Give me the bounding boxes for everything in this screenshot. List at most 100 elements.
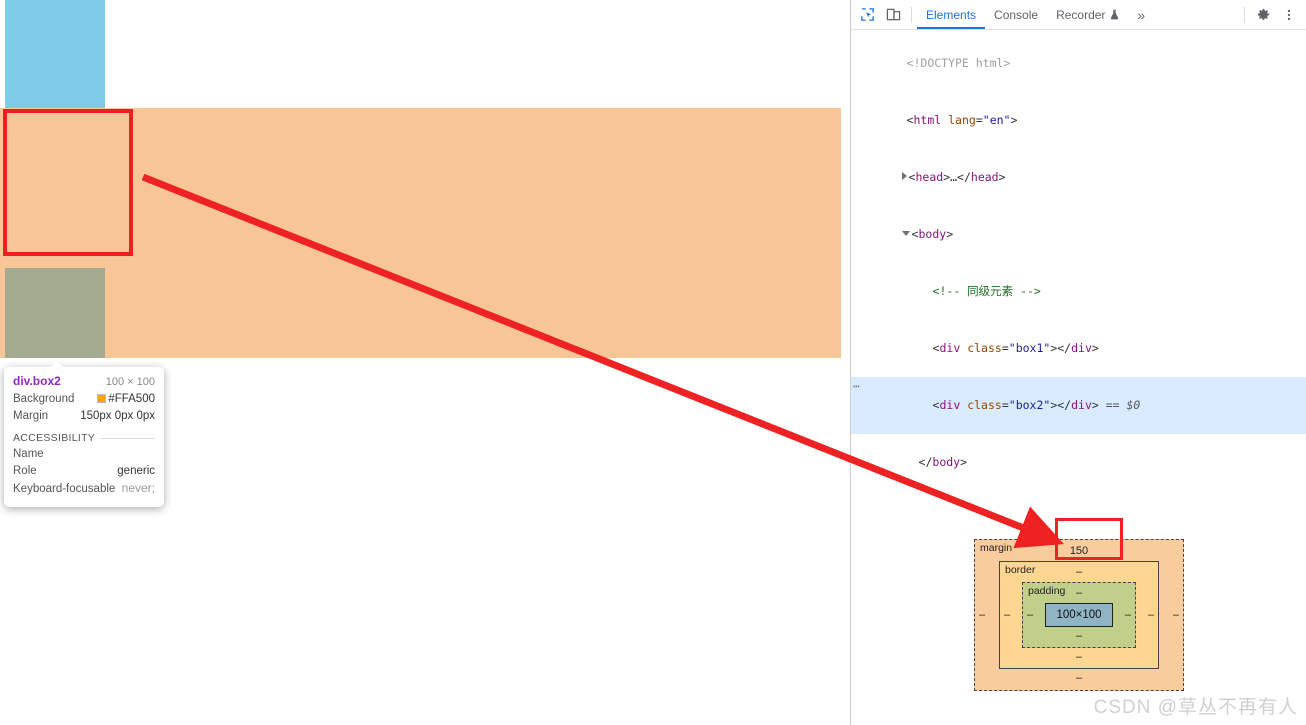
tooltip-title-row: div.box2 100 × 100 — [13, 374, 155, 390]
eq-5: = — [1001, 398, 1009, 412]
not-allowed-icon: never; — [121, 481, 155, 495]
dom-line-body-close[interactable]: </body> — [851, 434, 1306, 491]
eq-1: = — [975, 113, 983, 127]
gt-5: > — [1091, 398, 1106, 412]
box-model-padding-left-value[interactable]: – — [1027, 609, 1033, 621]
box1-class-attr: class — [967, 341, 1002, 355]
box-model-margin-left-value[interactable]: – — [979, 609, 985, 621]
rendered-page-viewport[interactable] — [0, 0, 850, 725]
chevron-down-icon[interactable] — [901, 231, 910, 236]
box-model-margin-label: margin — [980, 542, 1013, 554]
toolbar-divider — [911, 6, 912, 23]
gt-4: > — [1091, 341, 1099, 355]
box-model-margin-region[interactable]: margin 150 – – border – – – padding – – … — [974, 539, 1184, 691]
inspect-element-icon[interactable] — [854, 2, 880, 28]
dom-line-head[interactable]: <head>…</head> — [851, 149, 1306, 206]
gt-6: > — [960, 455, 968, 469]
devtools-toolbar[interactable]: Elements Console Recorder » — [851, 0, 1306, 30]
box1-close: ></ — [1050, 341, 1072, 355]
dom-line-body-open[interactable]: <body> — [851, 206, 1306, 263]
tooltip-background-row: Background #FFA500 — [13, 392, 155, 407]
box2-close: ></ — [1050, 398, 1072, 412]
tab-elements[interactable]: Elements — [917, 0, 985, 29]
box-model-padding-right-value[interactable]: – — [1125, 609, 1131, 621]
page-box1-element[interactable] — [5, 0, 105, 110]
box2-console-ref: == $0 — [1105, 398, 1141, 412]
box-model-border-bottom-value[interactable]: – — [1000, 650, 1158, 665]
tooltip-arrow — [50, 361, 64, 368]
body-close-tag: body — [932, 455, 961, 469]
color-swatch-icon — [97, 394, 107, 403]
toolbar-overflow-button[interactable]: » — [1129, 7, 1153, 23]
gt-3: > — [946, 227, 954, 241]
dom-line-box1[interactable]: <div class="box1"></div> — [851, 320, 1306, 377]
devtools-panel[interactable]: Elements Console Recorder » <!DOCTYPE ht… — [850, 0, 1306, 725]
toolbar-divider-right — [1244, 6, 1245, 23]
annotation-red-rectangle — [3, 109, 133, 256]
annotation-red-highlight-margin-value — [1055, 518, 1123, 560]
box1-tag-name: div — [939, 341, 961, 355]
dom-line-comment[interactable]: <!-- 同级元素 --> — [851, 263, 1306, 320]
tooltip-element-dimensions: 100 × 100 — [105, 376, 155, 388]
box1-class-value: "box1" — [1008, 341, 1051, 355]
accessibility-header-text: ACCESSIBILITY — [13, 432, 96, 444]
chevron-right-icon[interactable] — [901, 172, 907, 180]
dom-line-html-open[interactable]: <html lang="en"> — [851, 92, 1306, 149]
more-vertical-icon[interactable] — [1276, 2, 1302, 28]
gt-1: > — [1010, 113, 1018, 127]
a11y-role-label: Role — [13, 465, 37, 477]
tooltip-background-value: #FFA500 — [108, 393, 155, 405]
box-model-margin-bottom-value[interactable]: – — [975, 671, 1183, 686]
html-tag-name: html — [913, 113, 942, 127]
dom-comment-text: <!-- 同级元素 --> — [932, 284, 1041, 298]
tab-console[interactable]: Console — [985, 0, 1047, 29]
tooltip-a11y-role-row: Role generic — [13, 464, 155, 479]
box-model-border-right-value[interactable]: – — [1148, 609, 1154, 621]
box2-class-attr: class — [967, 398, 1002, 412]
box-model-border-label: border — [1005, 564, 1036, 576]
html-lang-value: "en" — [982, 113, 1011, 127]
dom-row-more-icon[interactable]: ⋯ — [853, 377, 861, 396]
head-ellipsis: >…</ — [943, 170, 971, 184]
doctype-text: <!DOCTYPE html> — [906, 56, 1011, 70]
a11y-focusable-label: Keyboard-focusable — [13, 483, 116, 495]
divider-line — [100, 437, 155, 439]
tooltip-background-value-wrap: #FFA500 — [97, 392, 155, 407]
box-model-padding-region[interactable]: padding – – – 100×100 – — [1022, 582, 1136, 648]
box-model-border-region[interactable]: border – – – padding – – – 100×100 – – — [999, 561, 1159, 669]
page-box2-element[interactable] — [5, 268, 105, 358]
box-model-border-left-value[interactable]: – — [1004, 609, 1010, 621]
gt-2: > — [998, 170, 1006, 184]
box-model-padding-label: padding — [1028, 585, 1066, 597]
tooltip-background-label: Background — [13, 393, 75, 405]
tooltip-margin-value: 150px 0px 0px — [80, 410, 155, 422]
box-model-margin-right-value[interactable]: – — [1173, 609, 1179, 621]
a11y-role-value: generic — [117, 465, 155, 477]
device-toolbar-icon[interactable] — [880, 2, 906, 28]
tooltip-element-tag: div.box2 — [13, 374, 61, 388]
tab-elements-label: Elements — [926, 7, 977, 22]
box-model-padding-bottom-value[interactable]: – — [1023, 629, 1135, 644]
box2-class-value: "box2" — [1008, 398, 1051, 412]
toolbar-right-group — [1239, 2, 1306, 28]
tab-console-label: Console — [994, 7, 1039, 22]
flask-icon — [1111, 9, 1119, 20]
body-tag-name: body — [918, 227, 947, 241]
dom-line-box2-selected[interactable]: ⋯ <div class="box2"></div> == $0 — [851, 377, 1306, 434]
tab-recorder[interactable]: Recorder — [1047, 0, 1129, 29]
eq-4: = — [1001, 341, 1009, 355]
box2-tag-name: div — [939, 398, 961, 412]
dom-line-doctype[interactable]: <!DOCTYPE html> — [851, 35, 1306, 92]
lt-6: </ — [918, 455, 933, 469]
tooltip-margin-row: Margin 150px 0px 0px — [13, 409, 155, 424]
box-model-content-size[interactable]: 100×100 — [1045, 603, 1113, 627]
head-tag-name: head — [915, 170, 944, 184]
dom-tree[interactable]: <!DOCTYPE html> <html lang="en"> <head>…… — [851, 30, 1306, 552]
csdn-watermark: CSDN @草丛不再有人 — [1093, 697, 1298, 718]
box2-close-tag: div — [1071, 398, 1092, 412]
html-lang-attr: lang — [948, 113, 976, 127]
tooltip-margin-label: Margin — [13, 410, 49, 422]
tooltip-a11y-name-row: Name — [13, 447, 155, 462]
gear-icon[interactable] — [1250, 2, 1276, 28]
tooltip-a11y-focusable-row: Keyboard-focusable never; — [13, 481, 155, 497]
